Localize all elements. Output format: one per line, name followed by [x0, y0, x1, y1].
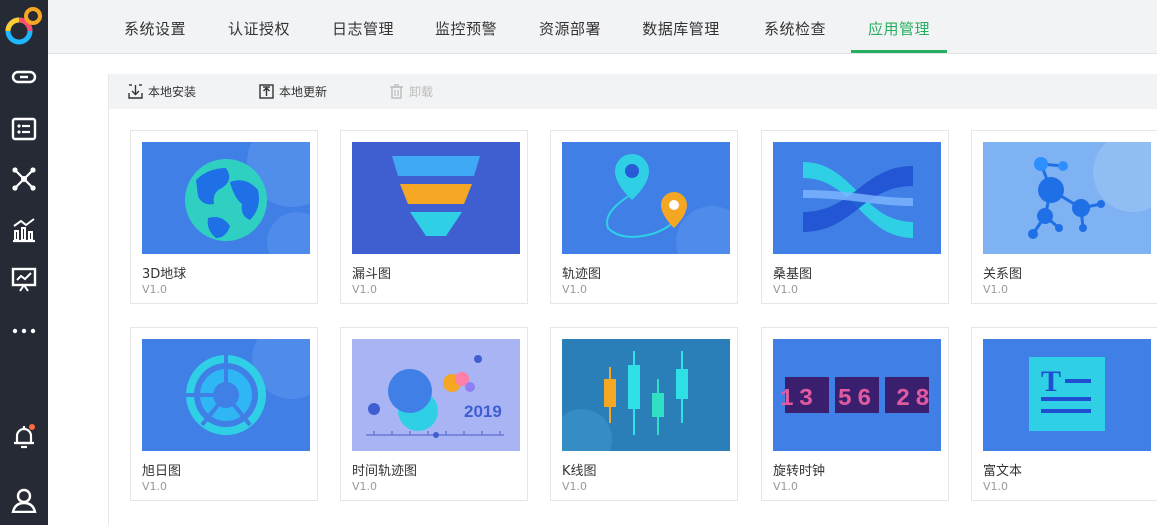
tab-auth[interactable]: 认证授权 [227, 0, 291, 53]
app-version: V1.0 [773, 283, 799, 296]
local-update-label: 本地更新 [279, 85, 328, 99]
local-install-button[interactable]: 本地安装 [128, 74, 196, 109]
network-icon[interactable] [8, 163, 40, 195]
app-version: V1.0 [983, 480, 1009, 493]
thumb-text-glyph: T [1041, 365, 1061, 398]
app-card-kline[interactable]: K线图 V1.0 [550, 327, 738, 501]
uninstall-label: 卸载 [409, 85, 434, 99]
app-card-trajectory[interactable]: 轨迹图 V1.0 [550, 130, 738, 304]
top-navigation: 系统设置 认证授权 日志管理 监控预警 资源部署 数据库管理 系统检查 应用管理 [48, 0, 1157, 54]
app-card-relation[interactable]: 关系图 V1.0 [971, 130, 1157, 304]
trash-icon [390, 84, 403, 99]
download-icon [128, 84, 143, 99]
user-icon[interactable] [8, 484, 40, 516]
tab-database[interactable]: 数据库管理 [641, 0, 721, 53]
tab-system-settings[interactable]: 系统设置 [123, 0, 187, 53]
app-card-rotating-clock[interactable]: 13 56 28 旋转时钟 V1.0 [761, 327, 949, 501]
app-version: V1.0 [352, 480, 378, 493]
tab-app-management[interactable]: 应用管理 [851, 0, 947, 53]
app-name: 时间轨迹图 [352, 464, 418, 479]
app-card-sunburst[interactable]: 旭日图 V1.0 [130, 327, 318, 501]
thumbnail-trajectory [562, 142, 730, 254]
app-version: V1.0 [562, 283, 588, 296]
thumbnail-sankey [773, 142, 941, 254]
app-version: V1.0 [142, 480, 168, 493]
app-name: 漏斗图 [352, 267, 392, 282]
thumb-year-text: 2019 [464, 402, 502, 421]
app-version: V1.0 [773, 480, 799, 493]
thumbnail-relation [983, 142, 1151, 254]
notification-dot [29, 424, 35, 430]
app-name: 富文本 [983, 464, 1023, 479]
tab-system-check[interactable]: 系统检查 [763, 0, 827, 53]
thumbnail-time-trajectory: 2019 [352, 339, 520, 451]
app-version: V1.0 [562, 480, 588, 493]
app-version: V1.0 [352, 283, 378, 296]
thumb-clock-text: 13 56 28 [779, 386, 934, 413]
upload-icon [259, 84, 274, 99]
sidebar [0, 0, 48, 525]
active-tab-indicator [851, 50, 947, 53]
app-name: 旭日图 [142, 464, 182, 479]
local-install-label: 本地安装 [148, 85, 197, 99]
uninstall-button[interactable]: 卸载 [389, 74, 433, 109]
thumbnail-rich-text: T [983, 339, 1151, 451]
thumbnail-rotating-clock: 13 56 28 [773, 339, 941, 451]
presentation-icon[interactable] [8, 263, 40, 295]
app-card-funnel[interactable]: 漏斗图 V1.0 [340, 130, 528, 304]
thumbnail-kline [562, 339, 730, 451]
local-update-button[interactable]: 本地更新 [259, 74, 327, 109]
thumbnail-sunburst [142, 339, 310, 451]
toolbar: 本地安装 本地更新 卸载 [109, 74, 1157, 109]
app-management-panel: 本地安装 本地更新 卸载 3D地球 V1.0 漏斗图 V1.0 轨迹图 V1.0… [108, 74, 1157, 525]
app-name: 3D地球 [142, 267, 187, 282]
app-card-time-trajectory[interactable]: 2019 时间轨迹图 V1.0 [340, 327, 528, 501]
tab-monitoring[interactable]: 监控预警 [434, 0, 498, 53]
link-icon[interactable] [8, 61, 40, 93]
list-icon[interactable] [8, 113, 40, 145]
app-version: V1.0 [983, 283, 1009, 296]
app-name: 关系图 [983, 267, 1023, 282]
app-logo[interactable] [0, 0, 48, 52]
tab-app-management-label: 应用管理 [867, 20, 930, 38]
app-name: 旋转时钟 [773, 464, 826, 479]
tab-logs[interactable]: 日志管理 [331, 0, 395, 53]
thumbnail-funnel [352, 142, 520, 254]
app-name: K线图 [562, 464, 597, 479]
thumbnail-3d-earth [142, 142, 310, 254]
more-icon[interactable] [8, 312, 40, 344]
chart-icon[interactable] [8, 214, 40, 246]
app-name: 桑基图 [773, 267, 813, 282]
app-card-sankey[interactable]: 桑基图 V1.0 [761, 130, 949, 304]
app-card-rich-text[interactable]: T 富文本 V1.0 [971, 327, 1157, 501]
app-version: V1.0 [142, 283, 168, 296]
app-name: 轨迹图 [562, 267, 602, 282]
tab-deployment[interactable]: 资源部署 [538, 0, 602, 53]
bell-icon[interactable] [8, 421, 40, 453]
app-card-3d-earth[interactable]: 3D地球 V1.0 [130, 130, 318, 304]
